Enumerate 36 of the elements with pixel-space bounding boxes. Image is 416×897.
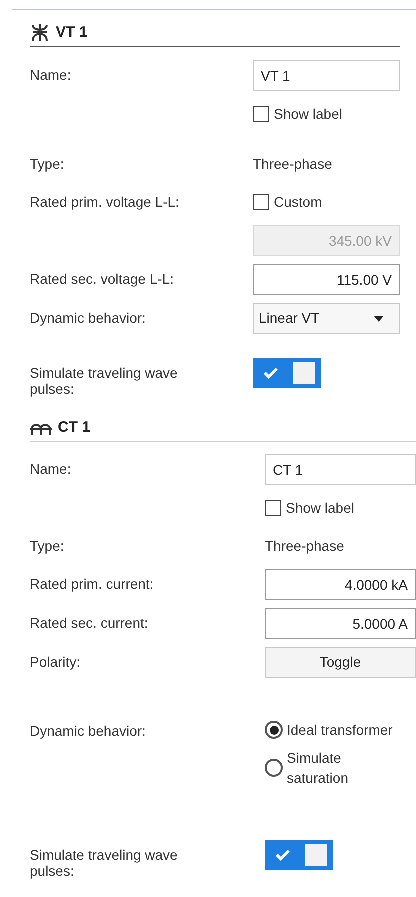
name-field[interactable]: CT 1 — [265, 454, 416, 485]
check-icon — [264, 368, 278, 378]
toggle-switch[interactable] — [253, 358, 321, 388]
field-label: Type: — [30, 156, 66, 172]
field-label: Rated sec. current: — [30, 615, 150, 631]
field-label: Polarity: — [30, 654, 82, 670]
radio-option[interactable]: Simulate saturation — [265, 748, 416, 788]
section-title: CT 1 — [58, 418, 91, 438]
number-field[interactable]: 115.00 V — [253, 264, 400, 295]
field-label: Dynamic behavior: — [30, 723, 147, 739]
field-label: Rated prim. voltage L-L: — [30, 194, 180, 210]
field-label: Dynamic behavior: — [30, 310, 147, 326]
checkbox[interactable]: Show label — [265, 493, 416, 517]
field-label: Type: — [30, 538, 66, 554]
field-label: Rated prim. current: — [30, 576, 155, 592]
field-label: Simulate traveling wave pulses: — [30, 365, 179, 397]
checkbox[interactable]: Custom — [253, 187, 400, 211]
field-label: Name: — [30, 461, 72, 477]
coil-icon — [30, 421, 52, 435]
coil-icon — [30, 24, 50, 42]
type-value: Three-phase — [253, 155, 334, 173]
toggle-switch[interactable] — [265, 840, 333, 870]
number-field[interactable]: 4.0000 kA — [265, 569, 416, 600]
checkbox[interactable]: Show label — [253, 99, 400, 123]
field-label: Rated sec. voltage L-L: — [30, 271, 175, 287]
check-icon — [276, 850, 290, 860]
type-value: Three-phase — [265, 537, 346, 555]
caret-icon — [374, 316, 384, 322]
field-label: Name: — [30, 67, 72, 83]
name-field[interactable]: VT 1 — [253, 60, 400, 91]
radio-option[interactable]: Ideal transformer — [265, 720, 416, 740]
dropdown[interactable]: Linear VT — [253, 303, 400, 334]
section-title: VT 1 — [56, 22, 88, 43]
toggle-button[interactable]: Toggle — [265, 647, 416, 678]
field-label: Simulate traveling wave pulses: — [30, 847, 179, 879]
number-field[interactable]: 5.0000 A — [265, 608, 416, 639]
